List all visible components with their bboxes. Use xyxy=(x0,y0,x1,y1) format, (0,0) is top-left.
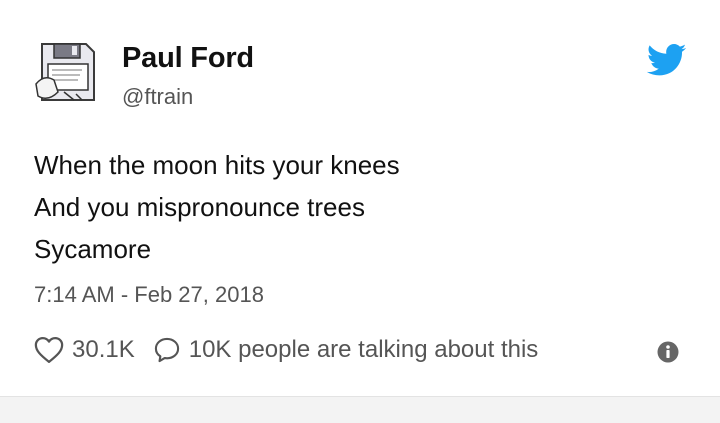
tweet-actions: 30.1K 10K people are talking about this xyxy=(34,330,538,370)
like-count: 30.1K xyxy=(72,336,135,363)
twitter-bird-icon[interactable] xyxy=(646,44,687,77)
like-button[interactable]: 30.1K xyxy=(34,336,135,364)
page-footer-strip xyxy=(0,396,720,423)
tweet-text-line: And you mispronounce trees xyxy=(34,192,365,222)
speech-bubble-icon xyxy=(154,337,179,363)
author-handle[interactable]: @ftrain xyxy=(122,84,193,110)
tweet-timestamp[interactable]: 7:14 AM - Feb 27, 2018 xyxy=(34,282,264,308)
conversation-count: 10K people are talking about this xyxy=(188,336,539,363)
tweet-card: Paul Ford @ftrain When the moon hits you… xyxy=(0,0,720,396)
author-name[interactable]: Paul Ford xyxy=(122,42,254,75)
tweet-text-line: When the moon hits your knees xyxy=(34,150,400,180)
info-icon[interactable] xyxy=(657,341,679,363)
tweet-text-line: Sycamore xyxy=(34,234,152,264)
floppy-disk-icon xyxy=(35,43,95,101)
tweet-text: When the moon hits your knees And you mi… xyxy=(34,144,400,270)
heart-icon xyxy=(34,337,64,363)
avatar[interactable] xyxy=(34,40,98,104)
conversation-link[interactable]: 10K people are talking about this xyxy=(153,336,539,364)
